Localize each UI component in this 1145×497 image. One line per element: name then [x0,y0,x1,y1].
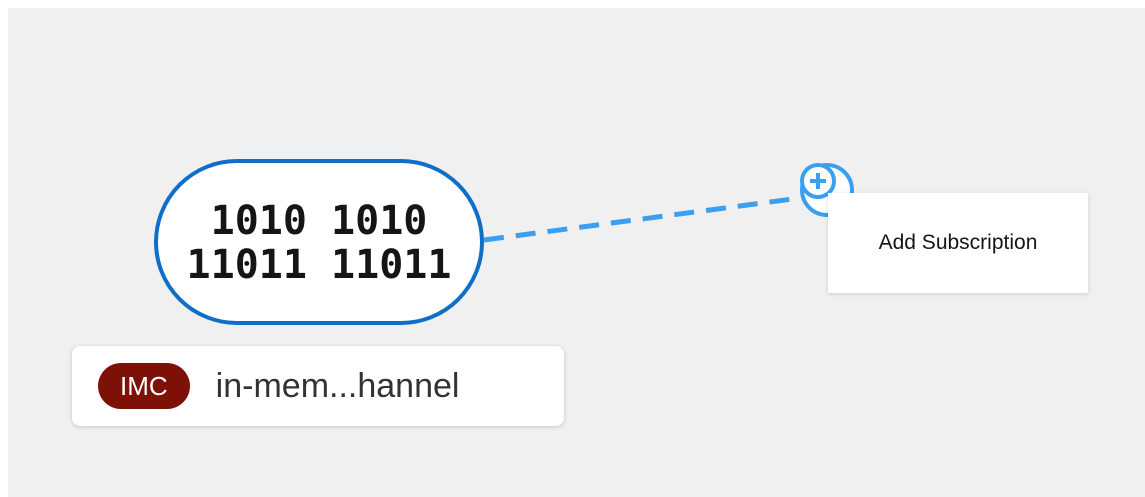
subscription-drag-line [483,195,801,243]
channel-name: in-mem...hannel [215,366,460,405]
tooltip-text: Add Subscription [878,231,1038,254]
channel-node-label[interactable]: IMC in-mem...hannel [72,346,564,426]
channel-node[interactable] [154,159,484,325]
imc-badge: IMC [98,363,190,409]
add-subscription-tooltip: Add Subscription [828,193,1088,293]
